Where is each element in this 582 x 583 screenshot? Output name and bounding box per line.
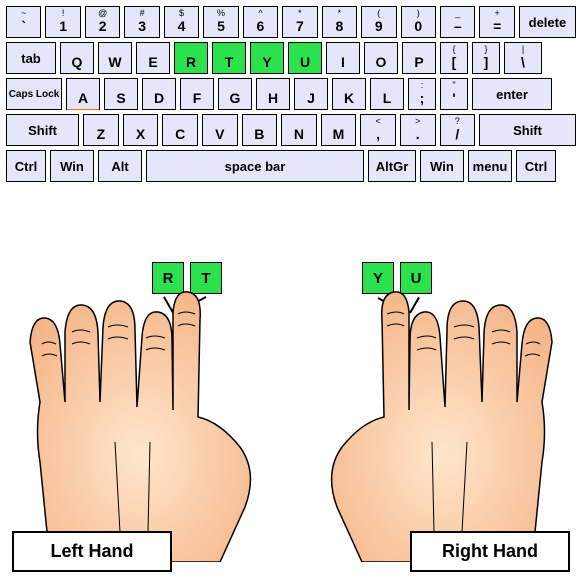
key-9[interactable]: (9 <box>361 6 396 38</box>
key-e[interactable]: E <box>136 42 170 74</box>
key-k[interactable]: K <box>332 78 366 110</box>
key-3[interactable]: #3 <box>124 6 159 38</box>
key-d[interactable]: D <box>142 78 176 110</box>
key-v[interactable]: V <box>202 114 238 146</box>
key-space-bar[interactable]: space bar <box>146 150 364 182</box>
keyboard-row-3: Caps Lock A S D F G H J K L:;"'enter <box>6 78 576 110</box>
key-a[interactable]: A <box>66 78 100 110</box>
key--[interactable]: "' <box>440 78 468 110</box>
key-c[interactable]: C <box>162 114 198 146</box>
key--[interactable]: <, <box>360 114 396 146</box>
key--[interactable]: :; <box>408 78 436 110</box>
key-j[interactable]: J <box>294 78 328 110</box>
key--[interactable]: >. <box>400 114 436 146</box>
key-shift[interactable]: Shift <box>479 114 576 146</box>
key-n[interactable]: N <box>281 114 317 146</box>
key-r[interactable]: R <box>174 42 208 74</box>
key-tab[interactable]: tab <box>6 42 56 74</box>
key-8[interactable]: *8 <box>322 6 357 38</box>
key-win[interactable]: Win <box>50 150 94 182</box>
key--[interactable]: += <box>479 6 514 38</box>
left-hand-icon <box>0 282 270 562</box>
key-0[interactable]: )0 <box>401 6 436 38</box>
key-b[interactable]: B <box>242 114 278 146</box>
key-4[interactable]: $4 <box>164 6 199 38</box>
key-caps-lock[interactable]: Caps Lock <box>6 78 62 110</box>
key-t[interactable]: T <box>212 42 246 74</box>
keyboard-row-2: tab Q W E R T Y U I O P{[}]|\ <box>6 42 576 74</box>
hands-diagram: RTYU <box>0 202 582 572</box>
key-menu[interactable]: menu <box>468 150 512 182</box>
key-u[interactable]: U <box>288 42 322 74</box>
key-6[interactable]: ^6 <box>243 6 278 38</box>
key-x[interactable]: X <box>123 114 159 146</box>
key-delete[interactable]: delete <box>519 6 576 38</box>
key--[interactable]: |\ <box>504 42 542 74</box>
key-q[interactable]: Q <box>60 42 94 74</box>
key-w[interactable]: W <box>98 42 132 74</box>
keyboard-row-4: Shift Z X C V B N M<,>.?/Shift <box>6 114 576 146</box>
key-o[interactable]: O <box>364 42 398 74</box>
key--[interactable]: {[ <box>440 42 468 74</box>
key-h[interactable]: H <box>256 78 290 110</box>
key-l[interactable]: L <box>370 78 404 110</box>
key-win[interactable]: Win <box>420 150 464 182</box>
key-p[interactable]: P <box>402 42 436 74</box>
left-hand-label: Left Hand <box>12 531 172 572</box>
key-z[interactable]: Z <box>83 114 119 146</box>
key--[interactable]: ~` <box>6 6 41 38</box>
key-s[interactable]: S <box>104 78 138 110</box>
right-hand-label: Right Hand <box>410 531 570 572</box>
key--[interactable]: ?/ <box>440 114 476 146</box>
keyboard: ~`!1@2#3$4%5^6*7*8(9)0_–+=delete tab Q W… <box>0 0 582 192</box>
key-i[interactable]: I <box>326 42 360 74</box>
key-enter[interactable]: enter <box>472 78 552 110</box>
key-1[interactable]: !1 <box>45 6 80 38</box>
key-shift[interactable]: Shift <box>6 114 79 146</box>
key-altgr[interactable]: AltGr <box>368 150 416 182</box>
key-m[interactable]: M <box>321 114 357 146</box>
key-ctrl[interactable]: Ctrl <box>516 150 556 182</box>
key-ctrl[interactable]: Ctrl <box>6 150 46 182</box>
keyboard-row-1: ~`!1@2#3$4%5^6*7*8(9)0_–+=delete <box>6 6 576 38</box>
key-alt[interactable]: Alt <box>98 150 142 182</box>
key-5[interactable]: %5 <box>203 6 238 38</box>
key-g[interactable]: G <box>218 78 252 110</box>
key-2[interactable]: @2 <box>85 6 120 38</box>
key-y[interactable]: Y <box>250 42 284 74</box>
key--[interactable]: }] <box>472 42 500 74</box>
key-f[interactable]: F <box>180 78 214 110</box>
key--[interactable]: _– <box>440 6 475 38</box>
right-hand-icon <box>312 282 582 562</box>
keyboard-row-5: CtrlWinAltspace barAltGrWinmenuCtrl <box>6 150 576 182</box>
key-7[interactable]: *7 <box>282 6 317 38</box>
